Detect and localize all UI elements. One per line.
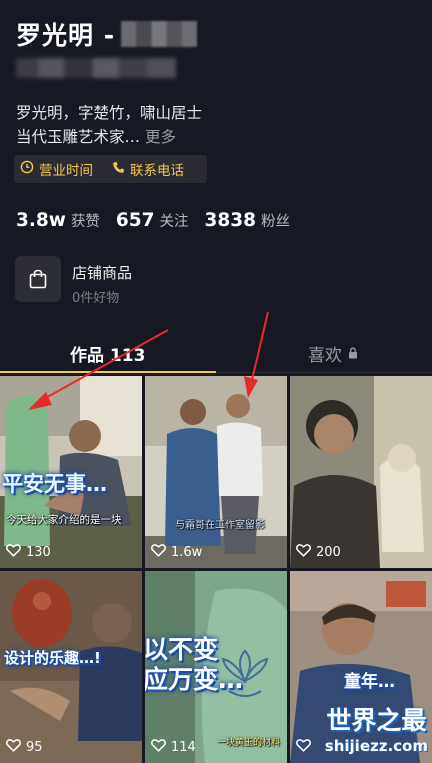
video-caption-big: 平安无事…	[2, 472, 107, 496]
video-likes: 95	[6, 738, 43, 756]
video-thumbnail[interactable]: 童年… 世界之最 shijiezz.com	[290, 571, 432, 763]
video-likes: 130	[6, 543, 51, 561]
video-thumbnail[interactable]: 平安无事… 今天给大家介绍的是一块 130	[0, 376, 142, 568]
video-likes-count: 200	[316, 544, 341, 560]
heart-icon	[6, 738, 26, 756]
bio-line-2: 当代玉雕艺术家… 更多	[16, 125, 176, 147]
video-thumbnail-image	[145, 376, 287, 568]
video-likes: 1.6w	[151, 543, 202, 561]
contact-phone-button[interactable]: 联系电话	[106, 155, 207, 183]
video-caption-small: 与霜哥在工作室留影	[175, 520, 265, 531]
followers-label: 粉丝	[261, 214, 290, 230]
blurred-name-suffix	[121, 21, 198, 47]
profile-stats: 3.8w 获赞 657 关注 3838 粉丝	[16, 210, 306, 231]
video-likes-count: 95	[26, 739, 43, 755]
profile-name-text: 罗光明 -	[16, 21, 116, 50]
video-caption-small: 一块黄玉的材料	[217, 738, 281, 748]
content-tabs: 作品 113 喜欢	[0, 336, 432, 374]
shop-subtitle: 0件好物	[72, 291, 120, 306]
video-caption-big: 设计的乐趣…!	[4, 649, 101, 667]
tab-works[interactable]: 作品 113	[70, 341, 145, 366]
heart-icon	[296, 543, 316, 561]
heart-icon	[6, 543, 26, 561]
heart-icon	[151, 543, 171, 561]
heart-icon	[296, 738, 316, 756]
tab-likes-label: 喜欢	[308, 346, 342, 366]
video-thumbnail-image	[290, 376, 432, 568]
video-thumbnail[interactable]: 以不变 应万变… 一块黄玉的材料 114	[145, 571, 287, 763]
blurred-id	[16, 58, 176, 78]
video-likes-count: 130	[26, 544, 51, 560]
tab-active-indicator	[0, 371, 216, 373]
video-likes	[296, 738, 316, 756]
profile-name: 罗光明 -	[16, 16, 198, 52]
watermark-url: shijiezz.com	[324, 737, 428, 755]
bio-line-1: 罗光明，字楚竹，啸山居士	[16, 104, 203, 122]
site-watermark: 世界之最 shijiezz.com	[325, 701, 428, 755]
tab-likes[interactable]: 喜欢	[308, 341, 358, 366]
video-thumbnail[interactable]: 与霜哥在工作室留影 1.6w	[145, 376, 287, 568]
business-hours-label: 营业时间	[39, 163, 93, 179]
lock-icon	[348, 344, 358, 364]
video-likes: 114	[151, 738, 196, 756]
video-likes-count: 114	[171, 739, 196, 755]
shop-title[interactable]: 店铺商品	[72, 262, 132, 283]
likes-label: 获赞	[70, 214, 100, 230]
video-thumbnail[interactable]: 200	[290, 376, 432, 568]
video-grid: 平安无事… 今天给大家介绍的是一块 130 与霜哥在工作室留影 1.6w 200…	[0, 376, 432, 763]
video-caption-small: 今天给大家介绍的是一块	[6, 514, 122, 526]
following-count[interactable]: 657	[116, 210, 155, 231]
shop-bag-icon[interactable]	[15, 256, 61, 302]
watermark-title: 世界之最	[326, 706, 427, 735]
followers-count[interactable]: 3838	[205, 210, 257, 231]
video-likes: 200	[296, 543, 341, 561]
video-thumbnail[interactable]: 设计的乐趣…! 95	[0, 571, 142, 763]
heart-icon	[151, 738, 171, 756]
likes-count[interactable]: 3.8w	[16, 210, 66, 231]
business-hours-button[interactable]: 营业时间	[14, 155, 114, 183]
video-likes-count: 1.6w	[171, 544, 203, 560]
following-label: 关注	[159, 214, 189, 230]
video-caption-big: 童年…	[344, 672, 395, 692]
bio-line-2-text: 当代玉雕艺术家…	[16, 128, 141, 146]
clock-icon	[20, 160, 39, 178]
bio-more-link[interactable]: 更多	[145, 128, 176, 146]
phone-icon	[112, 161, 130, 178]
contact-phone-label: 联系电话	[130, 163, 184, 179]
video-caption-big: 以不变 应万变…	[145, 635, 244, 694]
